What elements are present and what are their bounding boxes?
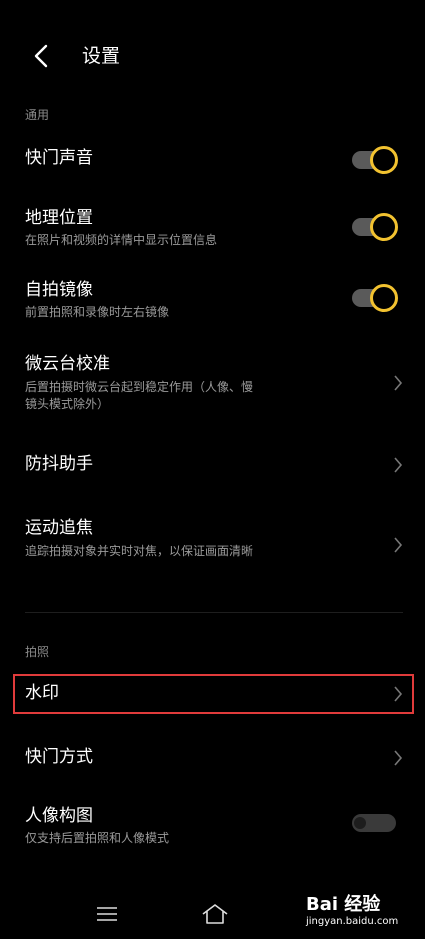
setting-title: 地理位置: [25, 208, 93, 228]
selfie-mirror-toggle[interactable]: [350, 283, 398, 313]
location-toggle[interactable]: [350, 212, 398, 242]
setting-row-motion-tracking[interactable]: 运动追焦 追踪拍摄对象并实时对焦，以保证画面清晰: [0, 516, 425, 580]
toggle-knob: [370, 213, 398, 241]
setting-title: 自拍镜像: [25, 280, 93, 300]
back-arrow-icon[interactable]: [30, 42, 52, 70]
setting-title: 快门方式: [25, 747, 93, 767]
chevron-right-icon: [394, 750, 403, 766]
setting-title: 防抖助手: [25, 454, 93, 474]
section-divider: [25, 612, 403, 613]
setting-title: 人像构图: [25, 806, 93, 826]
setting-subtitle: 前置拍照和录像时左右镜像: [25, 305, 170, 319]
shutter-sound-toggle[interactable]: [350, 145, 398, 175]
setting-row-portrait-composition[interactable]: 人像构图 仅支持后置拍照和人像模式: [0, 802, 425, 852]
toggle-knob: [370, 146, 398, 174]
setting-row-shutter-sound[interactable]: 快门声音: [0, 140, 425, 180]
setting-row-shutter-mode[interactable]: 快门方式: [0, 740, 425, 776]
home-icon[interactable]: [200, 902, 230, 926]
setting-row-gimbal-calibration[interactable]: 微云台校准 后置拍摄时微云台起到稳定作用（人像、慢镜头模式除外）: [0, 352, 425, 416]
menu-icon[interactable]: [96, 906, 118, 922]
setting-row-selfie-mirror[interactable]: 自拍镜像 前置拍照和录像时左右镜像: [0, 276, 425, 326]
portrait-composition-toggle[interactable]: [350, 808, 398, 838]
setting-title: 运动追焦: [25, 518, 93, 538]
section-label-general: 通用: [25, 108, 50, 122]
setting-row-stabilization-assistant[interactable]: 防抖助手: [0, 448, 425, 484]
header: 设置: [0, 0, 425, 110]
chevron-right-icon: [394, 537, 403, 553]
setting-title: 快门声音: [25, 148, 93, 168]
watermark-logo: Bai 经验: [306, 894, 381, 915]
watermark-url: jingyan.baidu.com: [306, 916, 399, 927]
section-label-photo: 拍照: [25, 645, 50, 659]
setting-subtitle: 追踪拍摄对象并实时对焦，以保证画面清晰: [25, 544, 254, 558]
page-title: 设置: [82, 45, 121, 67]
chevron-right-icon: [394, 457, 403, 473]
toggle-knob: [370, 284, 398, 312]
watermark-highlight-box: [13, 674, 414, 714]
setting-subtitle: 仅支持后置拍照和人像模式: [25, 831, 170, 845]
baidu-jingyan-watermark: Bai 经验 jingyan.baidu.com: [296, 884, 416, 936]
setting-subtitle: 在照片和视频的详情中显示位置信息: [25, 233, 218, 247]
toggle-knob: [354, 817, 366, 829]
setting-subtitle: 后置拍摄时微云台起到稳定作用（人像、慢镜头模式除外）: [25, 380, 254, 411]
setting-row-location[interactable]: 地理位置 在照片和视频的详情中显示位置信息: [0, 204, 425, 254]
setting-title: 微云台校准: [25, 354, 110, 374]
chevron-right-icon: [394, 375, 403, 391]
